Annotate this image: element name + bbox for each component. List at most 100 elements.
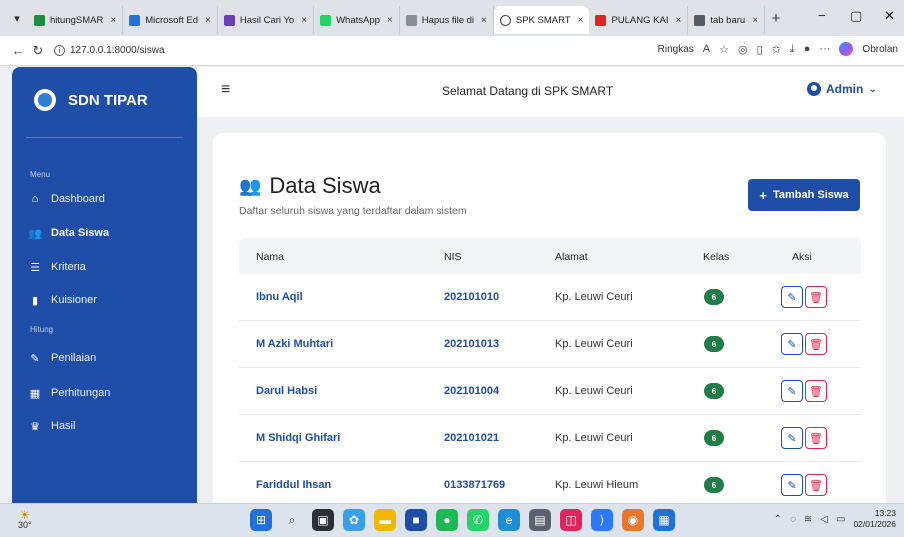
spotify-icon[interactable]: ● <box>436 509 458 531</box>
delete-button[interactable]: 🗑 <box>805 427 827 449</box>
students-table: Nama NIS Alamat Kelas Aksi Ibnu Aqil 2021… <box>239 238 861 503</box>
clock[interactable]: 13:23 02/01/2026 <box>853 508 896 530</box>
app-area: SDN TIPAR Menu Hitung ⌂ Dashboard 👥 Data Si… <box>0 67 904 503</box>
sidebar-item-hasil[interactable]: ♛ Hasil <box>28 418 75 434</box>
tab-close-icon[interactable]: × <box>387 15 393 26</box>
edge-icon[interactable]: e <box>498 509 520 531</box>
delete-button[interactable]: 🗑 <box>805 286 827 308</box>
notepad-icon[interactable]: ▤ <box>529 509 551 531</box>
downloads-icon[interactable]: ⤓ <box>790 43 795 56</box>
add-student-button[interactable]: + Tambah Siswa <box>748 179 860 211</box>
column-nis: NIS <box>444 251 462 263</box>
sidebar-item-dashboard[interactable]: ⌂ Dashboard <box>28 191 105 207</box>
close-window-button[interactable]: ✕ <box>884 8 895 24</box>
refresh-icon[interactable]: ↻ <box>28 43 48 59</box>
student-name-link[interactable]: M Shidqi Ghifari <box>256 432 340 444</box>
tab-actions-menu-icon[interactable]: ▾ <box>6 7 28 29</box>
hamburger-menu-icon[interactable]: ≡ <box>221 81 230 99</box>
browser-tab-7[interactable]: tab baru × <box>688 6 766 34</box>
delete-button[interactable]: 🗑 <box>805 380 827 402</box>
brand[interactable]: SDN TIPAR <box>34 89 148 111</box>
sidebar-item-perhitungan[interactable]: ▦ Perhitungan <box>28 385 111 401</box>
student-name-link[interactable]: M Azki Muhtari <box>256 338 333 350</box>
store-icon[interactable]: ■ <box>405 509 427 531</box>
vscode-icon[interactable]: ⟩ <box>591 509 613 531</box>
edit-icon: ✎ <box>30 352 40 365</box>
student-nis-link[interactable]: 202101013 <box>444 338 499 350</box>
tab-close-icon[interactable]: × <box>110 15 116 26</box>
tab-close-icon[interactable]: × <box>578 15 584 26</box>
copilot-icon[interactable] <box>839 42 854 56</box>
back-arrow-icon[interactable]: ← <box>8 43 28 58</box>
minimize-button[interactable]: − <box>818 8 826 23</box>
sidebar-item-kriteria[interactable]: ☰ Kriteria <box>28 259 86 275</box>
student-name-link[interactable]: Darul Habsi <box>256 385 317 397</box>
browser-tab-0[interactable]: hitungSMAR × <box>28 6 124 34</box>
search-icon[interactable]: ⌕ <box>281 509 303 531</box>
edit-button[interactable]: ✎ <box>781 474 803 496</box>
url-text: 127.0.0.1:8000/siswa <box>70 45 165 56</box>
edit-button[interactable]: ✎ <box>781 427 803 449</box>
extension-icon[interactable]: ◎ <box>738 43 748 56</box>
volume-icon[interactable]: ◁ <box>820 514 828 525</box>
student-nis-link[interactable]: 202101010 <box>444 291 499 303</box>
browser-tab-3[interactable]: WhatsApp × <box>314 6 400 34</box>
tab-close-icon[interactable]: × <box>481 15 487 26</box>
student-nis-link[interactable]: 202101021 <box>444 432 499 444</box>
student-nis-link[interactable]: 0133871769 <box>444 479 505 491</box>
sidebar-item-label: Perhitungan <box>51 387 111 399</box>
app-icon[interactable]: ▦ <box>653 509 675 531</box>
reader-summary-button[interactable]: Ringkas <box>658 44 694 55</box>
weather-widget[interactable]: ☀ 30° <box>18 509 32 530</box>
more-menu-icon[interactable]: ··· <box>819 43 830 55</box>
tab-close-icon[interactable]: × <box>752 15 758 26</box>
media-icon[interactable]: ◫ <box>560 509 582 531</box>
delete-button[interactable]: 🗑 <box>805 333 827 355</box>
whatsapp-icon[interactable]: ✆ <box>467 509 489 531</box>
admin-menu[interactable]: Admin ⌄ <box>807 82 877 96</box>
chrome-icon[interactable]: ◉ <box>622 509 644 531</box>
browser-tab-4[interactable]: Hapus file di × <box>400 6 494 34</box>
widgets-icon[interactable]: ✿ <box>343 509 365 531</box>
edit-button[interactable]: ✎ <box>781 380 803 402</box>
network-icon[interactable]: ◌ <box>790 514 796 525</box>
task-view-icon[interactable]: ▣ <box>312 509 334 531</box>
student-name-link[interactable]: Ibnu Aqil <box>256 291 303 303</box>
address-bar: ← ↻ i 127.0.0.1:8000/siswa Ringkas A ☆ ◎… <box>0 36 904 66</box>
copilot-label[interactable]: Obrolan <box>862 44 898 55</box>
file-explorer-icon[interactable]: ▬ <box>374 509 396 531</box>
restore-button[interactable]: ▢ <box>850 8 862 24</box>
profile-icon[interactable]: ● <box>804 43 811 55</box>
tab-label: SPK SMART <box>515 14 571 26</box>
delete-button[interactable]: 🗑 <box>805 474 827 496</box>
sidebar-item-kuisioner[interactable]: ▮ Kuisioner <box>28 292 97 308</box>
browser-tab-5[interactable]: SPK SMART × <box>493 6 590 34</box>
browser-tab-6[interactable]: PULANG KAI × <box>589 6 689 34</box>
battery-icon[interactable]: ▭ <box>836 514 845 525</box>
student-name-link[interactable]: Fariddul Ihsan <box>256 479 331 491</box>
tab-close-icon[interactable]: × <box>205 15 211 26</box>
browser-tab-1[interactable]: Microsoft Ed × <box>123 6 218 34</box>
student-address: Kp. Leuwi Ceuri <box>555 385 633 397</box>
sidebar-item-data-siswa[interactable]: 👥 Data Siswa <box>28 225 109 241</box>
wifi-icon[interactable]: ≋ <box>804 514 812 525</box>
site-info-icon[interactable]: i <box>54 45 65 56</box>
url-field[interactable]: i 127.0.0.1:8000/siswa <box>54 45 165 56</box>
student-nis-link[interactable]: 202101004 <box>444 385 499 397</box>
favorites-icon[interactable]: ✩ <box>772 43 781 56</box>
tab-close-icon[interactable]: × <box>301 15 307 26</box>
browser-tab-2[interactable]: Hasil Cari Yo × <box>218 6 315 34</box>
show-hidden-icons-icon[interactable]: ⌃ <box>774 514 782 525</box>
new-tab-button[interactable]: + <box>765 10 787 27</box>
start-icon[interactable]: ⊞ <box>250 509 272 531</box>
sidebar-item-label: Dashboard <box>51 193 105 205</box>
tab-close-icon[interactable]: × <box>675 15 681 26</box>
users-icon: 👥 <box>28 227 42 240</box>
favorite-star-icon[interactable]: ☆ <box>719 43 729 56</box>
edit-button[interactable]: ✎ <box>781 333 803 355</box>
sidebar-item-penilaian[interactable]: ✎ Penilaian <box>28 350 96 366</box>
kelas-badge: 6 <box>704 383 724 399</box>
read-aloud-icon[interactable]: A <box>703 43 710 55</box>
edit-button[interactable]: ✎ <box>781 286 803 308</box>
split-screen-icon[interactable]: ▯ <box>757 43 763 56</box>
